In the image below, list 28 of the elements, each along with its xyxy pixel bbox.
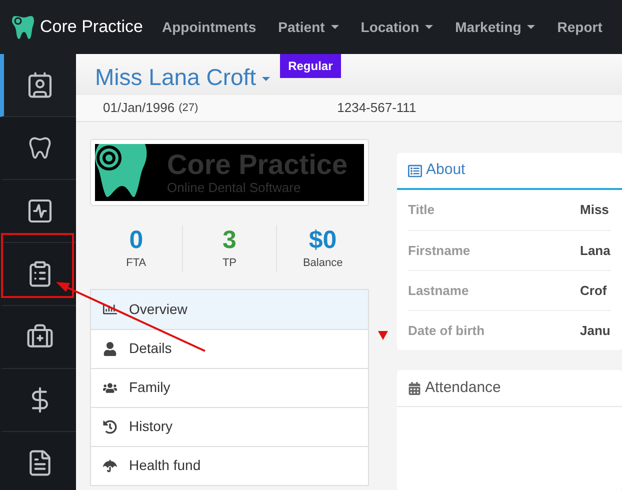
- field-label: Title: [408, 201, 436, 220]
- patient-type-badge: Regular: [280, 54, 341, 78]
- mobile-number: 1234-567-111: [337, 99, 416, 117]
- field-value: Crof: [580, 282, 607, 300]
- date-of-birth: 01/Jan/1996: [103, 99, 175, 117]
- panel-title: About: [426, 160, 466, 180]
- stat-value: $0: [308, 225, 337, 255]
- brand-name: Core Practice: [40, 16, 143, 38]
- field-value: Janu: [580, 322, 610, 340]
- panel-title: Attendance: [425, 378, 501, 398]
- nav-link[interactable]: Marketing: [455, 16, 536, 38]
- field-value: Lana: [580, 242, 610, 260]
- age: (27): [178, 100, 198, 116]
- stat-value: 0: [129, 225, 144, 255]
- field-label: Firstname: [408, 242, 472, 260]
- field-label: Date of birth: [408, 322, 486, 340]
- stat-label: Balance: [302, 256, 343, 271]
- field-label: Lastname: [408, 282, 470, 300]
- nav-link[interactable]: Report: [557, 16, 602, 38]
- stat-value: 3: [222, 225, 236, 255]
- stat-label: TP: [222, 256, 237, 271]
- field-value: Miss: [580, 201, 609, 220]
- nav-link[interactable]: Patient: [278, 16, 339, 38]
- nav-link[interactable]: Location: [360, 16, 434, 38]
- patient-name-dropdown[interactable]: Miss Lana Croft: [95, 60, 270, 94]
- patient-menu-item[interactable]: Overview: [91, 290, 368, 328]
- nav-link[interactable]: Appointments: [162, 16, 256, 38]
- stat-label: FTA: [126, 256, 146, 271]
